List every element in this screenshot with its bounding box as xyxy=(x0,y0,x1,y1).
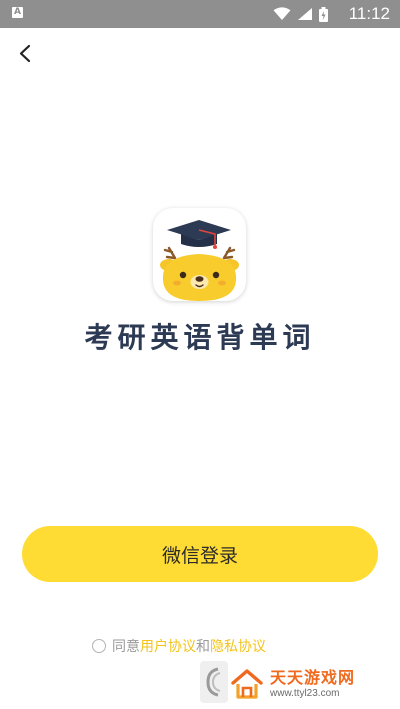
site-watermark: 天天游戏网 www.ttyl23.com xyxy=(230,664,378,704)
status-icons xyxy=(273,6,328,22)
app-logo xyxy=(153,208,246,301)
battery-icon xyxy=(319,6,328,22)
wechat-login-button[interactable]: 微信登录 xyxy=(22,526,378,582)
notification-icon: A xyxy=(12,7,23,18)
wifi-icon xyxy=(273,7,291,20)
status-bar: A 11:12 xyxy=(0,0,400,28)
user-agreement-link[interactable]: 用户协议 xyxy=(140,636,196,656)
login-screen: A 11:12 考研英语背单词 微信登录 同意 用户协议 和 隐私协议 天天游戏… xyxy=(0,0,400,709)
watermark-fragment xyxy=(200,659,230,703)
agreement-prefix: 同意 xyxy=(112,639,140,655)
privacy-agreement-link[interactable]: 隐私协议 xyxy=(210,636,266,656)
back-button[interactable] xyxy=(12,40,38,66)
deer-graduate-logo xyxy=(160,220,239,301)
chevron-left-icon xyxy=(19,44,31,63)
agreement-and: 和 xyxy=(196,639,210,655)
signal-icon xyxy=(298,8,312,20)
watermark-title: 天天游戏网 xyxy=(270,668,356,687)
watermark-url: www.ttyl23.com xyxy=(270,688,340,699)
app-name: 考研英语背单词 xyxy=(84,321,316,354)
house-logo-icon xyxy=(231,669,263,699)
status-time: 11:12 xyxy=(348,4,390,23)
agreement-checkbox[interactable] xyxy=(92,639,106,653)
agreement-row: 同意 用户协议 和 隐私协议 xyxy=(92,635,266,657)
